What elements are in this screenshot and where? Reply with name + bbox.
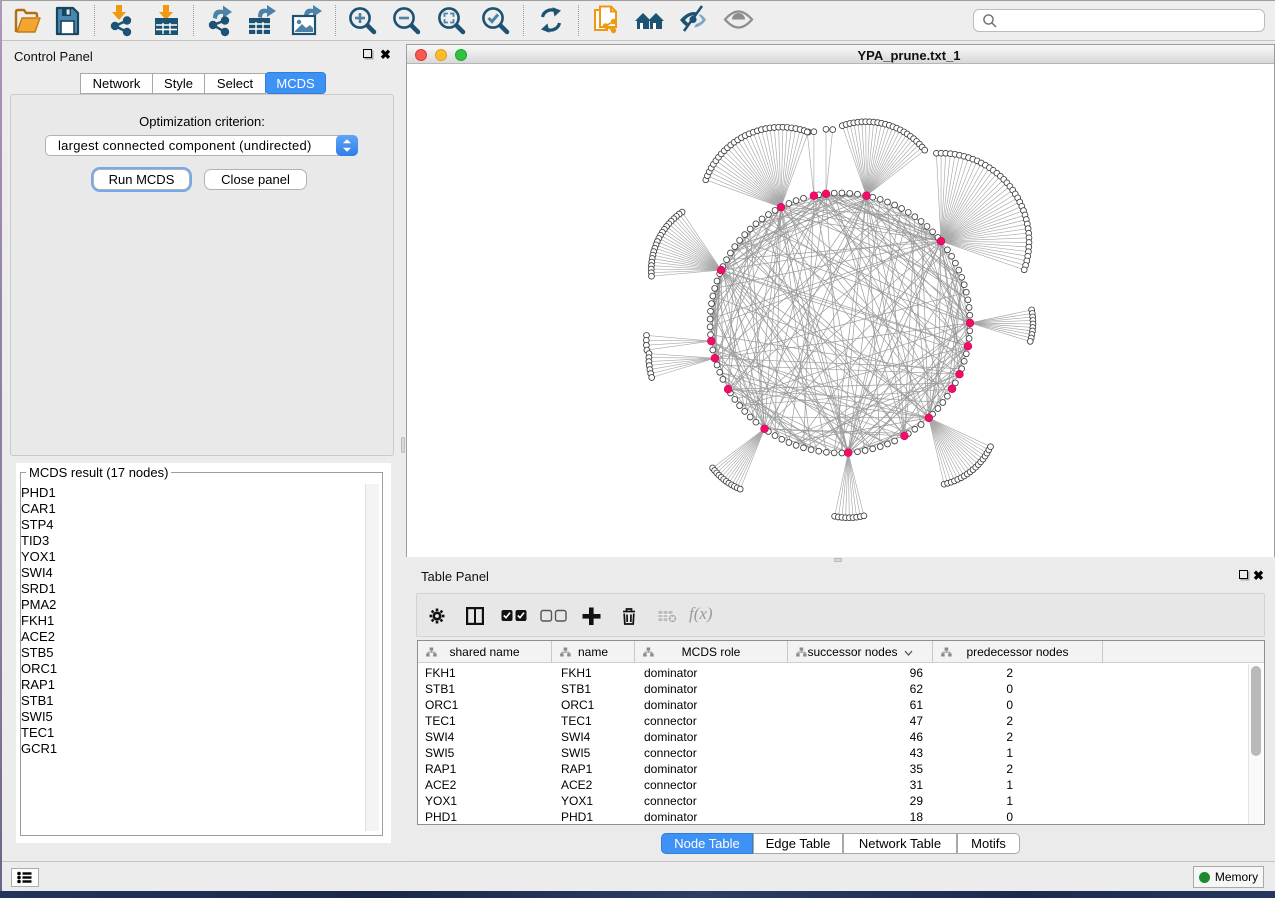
svg-text:f(x): f(x)	[689, 604, 713, 623]
